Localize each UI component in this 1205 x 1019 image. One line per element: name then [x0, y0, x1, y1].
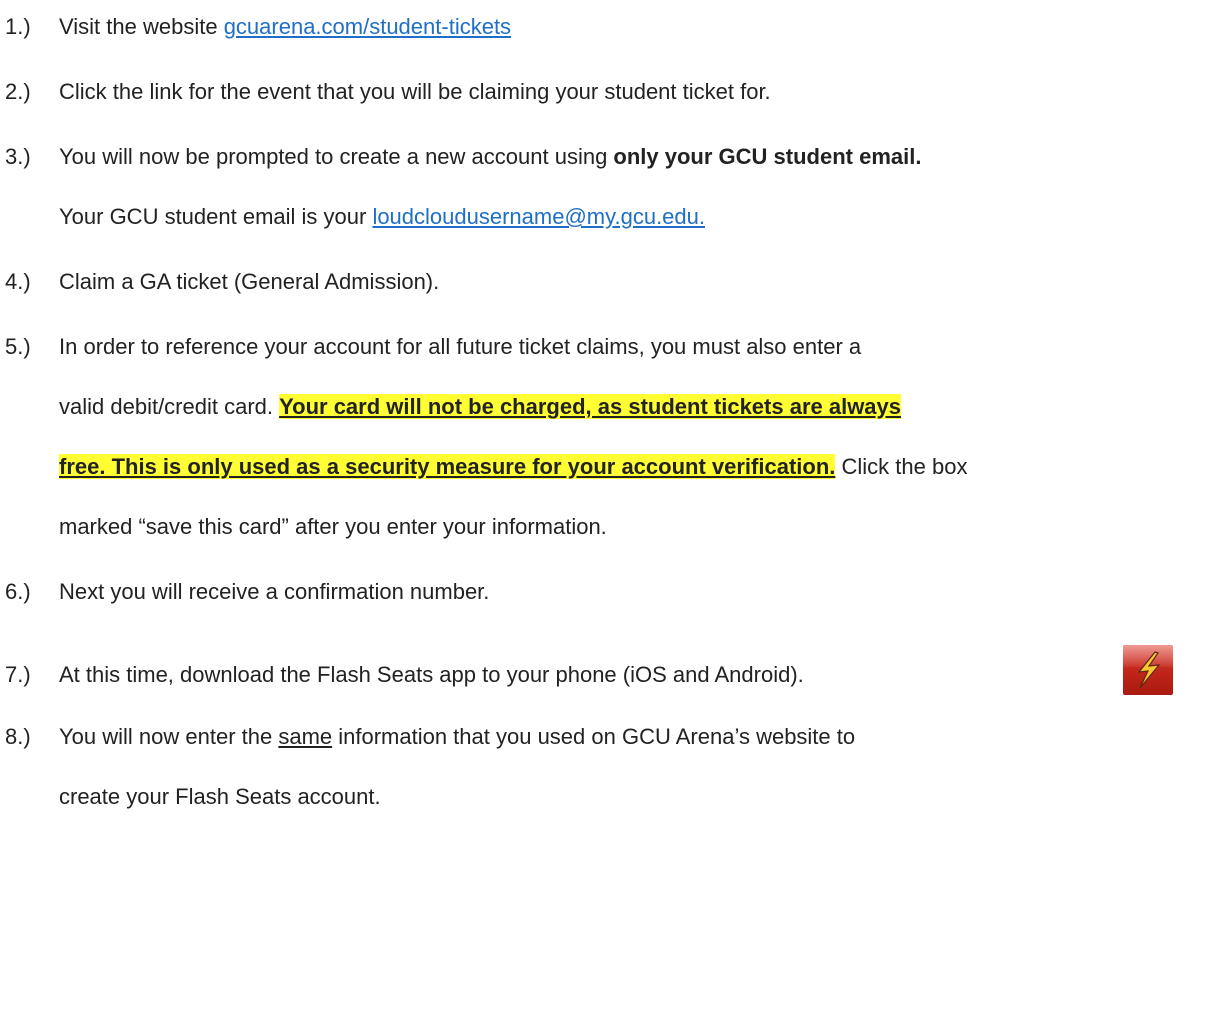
step-text: You will now enter the: [59, 724, 279, 749]
step-number: 8.): [5, 724, 31, 749]
step-text: Visit the website: [59, 14, 224, 39]
step-3-line-2: Your GCU student email is your loudcloud…: [59, 202, 705, 232]
step-text: You will now be prompted to create a new…: [59, 144, 614, 169]
step-4: 4.) Claim a GA ticket (General Admission)…: [5, 267, 439, 297]
step-number: 6.): [5, 579, 31, 604]
flash-seats-app-icon: [1123, 645, 1173, 695]
step-7: 7.) At this time, download the Flash Seat…: [5, 660, 804, 690]
step-text: information that you used on GCU Arena’s…: [332, 724, 856, 749]
instructions-document: 1.) Visit the website gcuarena.com/studen…: [0, 0, 1205, 1019]
step-5-line-2: valid debit/credit card. Your card will …: [59, 392, 902, 422]
highlighted-notice: free. This is only used as a security me…: [59, 454, 836, 479]
step-2: 2.) Click the link for the event that you…: [5, 77, 771, 107]
step-1: 1.) Visit the website gcuarena.com/studen…: [5, 12, 511, 42]
step-text: Click the link for the event that you wi…: [59, 79, 771, 104]
underlined-word: same: [278, 724, 333, 749]
step-8: 8.) You will now enter the same informati…: [5, 722, 855, 752]
step-text: valid debit/credit card.: [59, 394, 280, 419]
step-6: 6.) Next you will receive a confirmation …: [5, 577, 489, 607]
step-text: Claim a GA ticket (General Admission).: [59, 269, 440, 294]
step-5-line-4: marked “save this card” after you enter …: [59, 512, 607, 542]
step-text: At this time, download the Flash Seats a…: [59, 662, 804, 687]
step-number: 5.): [5, 334, 31, 359]
step-number: 3.): [5, 144, 31, 169]
gcuarena-student-tickets-link[interactable]: gcuarena.com/student-tickets: [224, 14, 511, 39]
step-text: Your GCU student email is your: [59, 204, 373, 229]
step-3: 3.) You will now be prompted to create a …: [5, 142, 921, 172]
step-text: Click the box: [835, 454, 968, 479]
highlighted-notice: Your card will not be charged, as studen…: [279, 394, 902, 419]
step-number: 4.): [5, 269, 31, 294]
step-text: create your Flash Seats account.: [59, 784, 381, 809]
student-email-link[interactable]: loudcloudusername@my.gcu.edu.: [372, 204, 705, 229]
step-5: 5.) In order to reference your account fo…: [5, 332, 861, 362]
step-8-line-2: create your Flash Seats account.: [59, 782, 381, 812]
step-number: 7.): [5, 662, 31, 687]
step-bold-text: only your GCU student email.: [613, 144, 922, 169]
step-number: 2.): [5, 79, 31, 104]
lightning-bolt-icon: [1137, 651, 1161, 689]
step-text: In order to reference your account for a…: [59, 334, 862, 359]
step-text: Next you will receive a confirmation num…: [59, 579, 490, 604]
step-text: marked “save this card” after you enter …: [59, 514, 607, 539]
step-number: 1.): [5, 14, 31, 39]
step-5-line-3: free. This is only used as a security me…: [59, 452, 967, 482]
